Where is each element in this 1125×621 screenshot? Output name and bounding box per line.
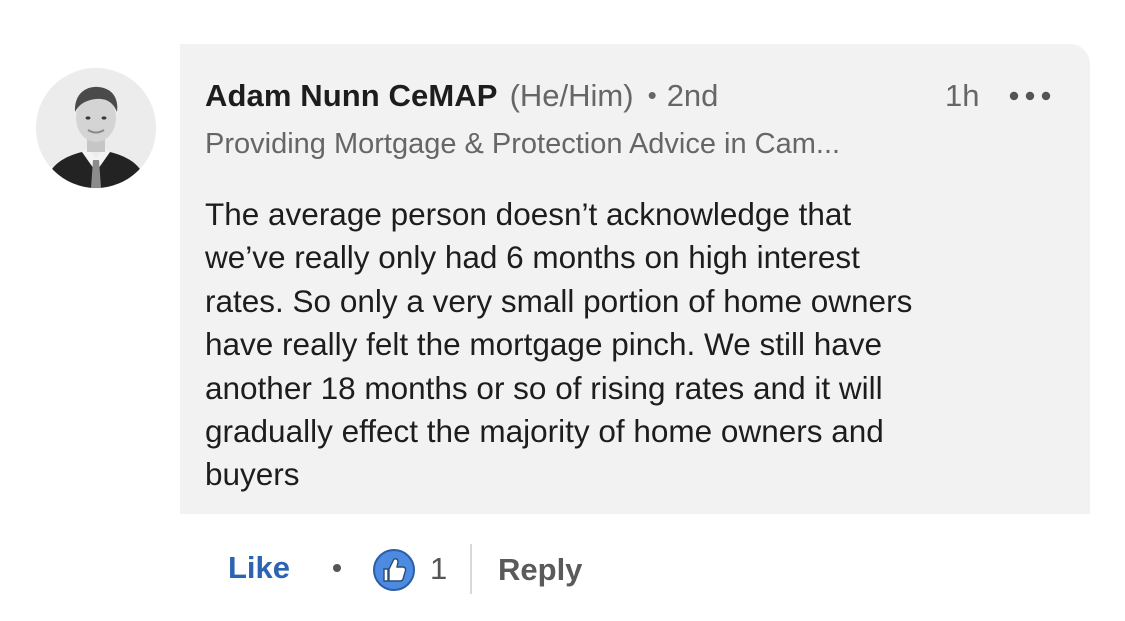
like-thumbs-up-icon[interactable] [372, 548, 416, 592]
profile-photo-icon [36, 68, 156, 188]
comment-text: The average person doesn’t acknowledge t… [205, 196, 913, 493]
author-line: Adam Nunn CeMAP (He/Him) • 2nd [205, 78, 718, 115]
avatar[interactable] [36, 68, 156, 188]
author-name[interactable]: Adam Nunn CeMAP [205, 78, 498, 113]
connection-degree: 2nd [666, 78, 719, 113]
comment-timestamp: 1h [945, 78, 980, 113]
more-horizontal-icon[interactable] [1006, 84, 1054, 108]
like-button[interactable]: Like [228, 548, 290, 588]
author-headline: Providing Mortgage & Protection Advice i… [205, 128, 841, 160]
author-pronouns: (He/Him) [509, 78, 634, 113]
separator-dot [333, 564, 341, 572]
comment-bubble: Adam Nunn CeMAP (He/Him) • 2nd 1h Providing… [180, 44, 1090, 514]
reply-button[interactable]: Reply [498, 550, 582, 590]
separator-dot: • [647, 80, 657, 110]
action-divider [470, 544, 472, 594]
reaction-count[interactable]: 1 [430, 549, 447, 589]
comment-actions: Like 1 Reply [0, 540, 1125, 600]
